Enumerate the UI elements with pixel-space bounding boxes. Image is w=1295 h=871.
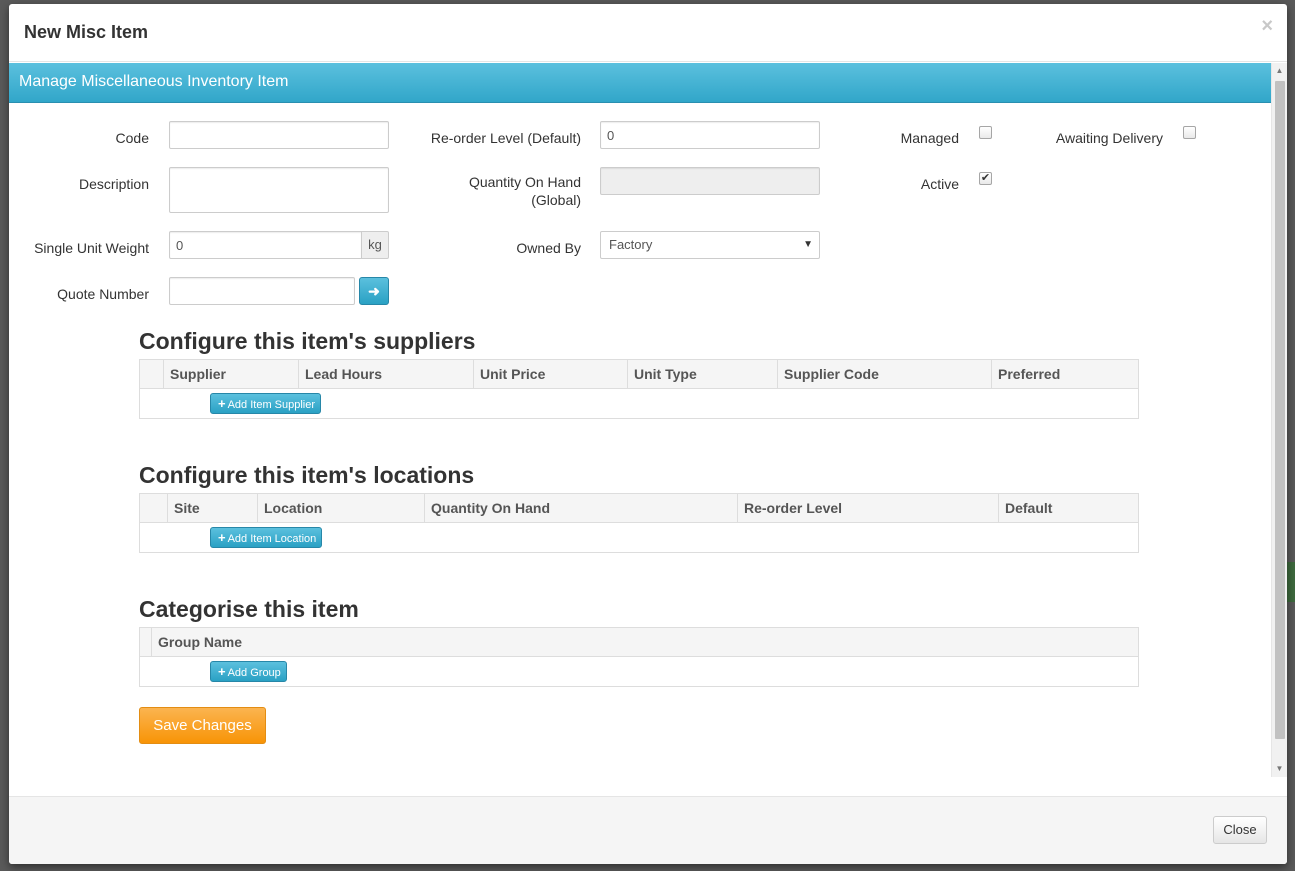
backdrop-green-accent <box>1287 562 1295 602</box>
locations-grid-header: Site Location Quantity On Hand Re-order … <box>140 494 1138 523</box>
quantity-on-hand-label: Quantity On Hand (Global) <box>429 173 581 209</box>
reorder-level-input[interactable] <box>600 121 820 149</box>
owned-by-select[interactable]: Factory ▼ <box>600 231 820 259</box>
modal-footer: Close <box>9 796 1287 864</box>
add-item-supplier-label: Add Item Supplier <box>227 399 316 411</box>
plus-icon: + <box>218 664 226 679</box>
quantity-on-hand-input <box>600 167 820 195</box>
code-label: Code <box>115 130 149 146</box>
locations-col-reorder-level: Re-order Level <box>737 494 998 522</box>
save-changes-button[interactable]: Save Changes <box>139 707 266 744</box>
close-icon[interactable]: × <box>1261 16 1273 36</box>
active-checkbox[interactable]: ✔ <box>979 172 992 185</box>
suppliers-section-title: Configure this item's suppliers <box>139 328 476 354</box>
managed-checkbox[interactable] <box>979 126 992 139</box>
modal-header: New Misc Item × <box>9 4 1287 62</box>
suppliers-col-lead-hours: Lead Hours <box>298 360 473 388</box>
scroll-down-icon[interactable]: ▼ <box>1272 761 1287 777</box>
close-button[interactable]: Close <box>1213 816 1267 844</box>
awaiting-delivery-label: Awaiting Delivery <box>1055 130 1163 146</box>
plus-icon: + <box>218 396 226 411</box>
owned-by-label: Owned By <box>516 240 581 256</box>
quantity-on-hand-label-line1: Quantity On Hand <box>468 174 581 190</box>
suppliers-col-supplier: Supplier <box>163 360 298 388</box>
suppliers-grid-body: + Add Item Supplier <box>140 389 1138 418</box>
awaiting-delivery-checkbox[interactable] <box>1183 126 1196 139</box>
quote-number-input[interactable] <box>169 277 355 305</box>
scroll-thumb[interactable] <box>1275 81 1285 739</box>
panel-heading: Manage Miscellaneous Inventory Item <box>9 63 1271 103</box>
groups-grid-body: + Add Group <box>140 657 1138 686</box>
quantity-on-hand-label-line2: (Global) <box>531 192 581 208</box>
suppliers-col-unit-type: Unit Type <box>627 360 777 388</box>
new-misc-item-modal: New Misc Item × Manage Miscellaneous Inv… <box>9 4 1287 864</box>
plus-icon: + <box>218 530 226 545</box>
description-label: Description <box>78 176 149 192</box>
modal-body[interactable]: Manage Miscellaneous Inventory Item Code… <box>9 63 1287 777</box>
groups-grid-header: Group Name <box>140 628 1138 657</box>
owned-by-selected-value: Factory <box>609 237 653 252</box>
arrow-right-icon[interactable]: ➜ <box>359 277 389 305</box>
suppliers-col-supplier-code: Supplier Code <box>777 360 991 388</box>
groups-col-group-name: Group Name <box>151 628 1138 656</box>
add-group-button[interactable]: + Add Group <box>210 661 287 682</box>
suppliers-grid: Supplier Lead Hours Unit Price Unit Type… <box>139 359 1139 419</box>
managed-label: Managed <box>900 130 959 146</box>
modal-title: New Misc Item <box>24 22 149 42</box>
suppliers-grid-header: Supplier Lead Hours Unit Price Unit Type… <box>140 360 1138 389</box>
locations-col-site: Site <box>167 494 257 522</box>
locations-col-location: Location <box>257 494 424 522</box>
description-input[interactable] <box>169 167 389 213</box>
groups-grid: Group Name + Add Group <box>139 627 1139 687</box>
quote-number-label: Quote Number <box>57 286 149 302</box>
single-unit-weight-label: Single Unit Weight <box>34 240 149 256</box>
code-input[interactable] <box>169 121 389 149</box>
single-unit-weight-input[interactable] <box>169 231 362 259</box>
suppliers-col-preferred: Preferred <box>991 360 1138 388</box>
locations-section-title: Configure this item's locations <box>139 462 475 488</box>
weight-unit-addon: kg <box>361 231 389 259</box>
locations-col-quantity-on-hand: Quantity On Hand <box>424 494 737 522</box>
chevron-down-icon: ▼ <box>803 239 813 250</box>
scroll-up-icon[interactable]: ▲ <box>1272 63 1287 79</box>
reorder-level-label: Re-order Level (Default) <box>430 130 581 146</box>
add-group-label: Add Group <box>227 667 281 679</box>
vertical-scrollbar[interactable]: ▲ ▼ <box>1271 63 1287 777</box>
add-item-supplier-button[interactable]: + Add Item Supplier <box>210 393 322 414</box>
active-label: Active <box>920 176 959 192</box>
suppliers-col-unit-price: Unit Price <box>473 360 627 388</box>
add-item-location-label: Add Item Location <box>227 533 317 545</box>
locations-grid: Site Location Quantity On Hand Re-order … <box>139 493 1139 553</box>
groups-section-title: Categorise this item <box>139 596 359 622</box>
add-item-location-button[interactable]: + Add Item Location <box>210 527 323 548</box>
locations-col-default: Default <box>998 494 1138 522</box>
locations-grid-body: + Add Item Location <box>140 523 1138 552</box>
